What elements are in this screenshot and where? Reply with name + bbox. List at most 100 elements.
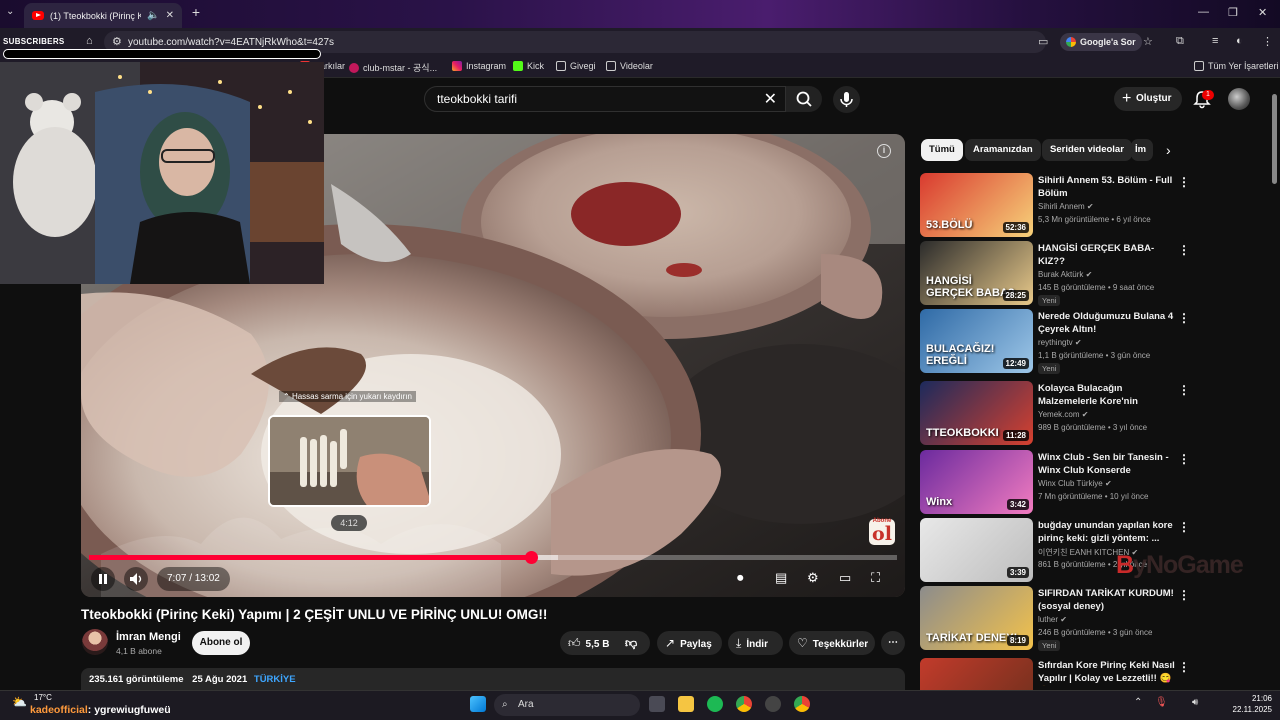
recommendation-item[interactable]: TTEOKBOKKI 11:28 Kolayca Bulacağın Malzeme… bbox=[920, 381, 1250, 445]
google-sor-button[interactable]: Google'a Sor bbox=[1060, 33, 1142, 51]
like-icon[interactable]: 👍︎ bbox=[568, 631, 581, 655]
video-thumbnail[interactable]: Winx 3:42 bbox=[920, 450, 1033, 514]
recommendation-channel[interactable]: Winx Club Türkiye ✔ bbox=[1038, 479, 1112, 488]
video-thumbnail[interactable]: 53.BÖLÜ 52:36 bbox=[920, 173, 1033, 237]
close-tab-icon[interactable]: ✕ bbox=[166, 10, 174, 21]
recommendation-channel[interactable]: Yemek.com ✔ bbox=[1038, 410, 1088, 419]
account-avatar[interactable] bbox=[1228, 88, 1250, 110]
more-options-icon[interactable]: ⋮ bbox=[1178, 311, 1190, 325]
like-count[interactable]: 5,5 B bbox=[586, 639, 610, 650]
dislike-icon[interactable]: 👎︎ bbox=[625, 631, 637, 655]
reading-list-icon[interactable]: ≡ bbox=[1212, 35, 1218, 47]
recommendation-title[interactable]: Winx Club - Sen bir Tanesin - Winx Club … bbox=[1038, 451, 1178, 477]
cast-icon[interactable]: ▭ bbox=[1038, 35, 1048, 48]
chip-series[interactable]: Seriden videolar bbox=[1042, 139, 1132, 161]
file-explorer-icon[interactable] bbox=[678, 696, 694, 712]
more-options-icon[interactable]: ⋮ bbox=[1178, 243, 1190, 257]
recommendation-channel[interactable]: Burak Aktürk ✔ bbox=[1038, 270, 1092, 279]
weather-icon[interactable]: ⛅ bbox=[12, 695, 27, 709]
recommendation-title[interactable]: Sıfırdan Kore Pirinç Keki Nasıl Yapılır … bbox=[1038, 659, 1178, 686]
more-actions-button[interactable]: ⋯ bbox=[881, 631, 905, 655]
settings-gear-icon[interactable]: ⚙ bbox=[807, 570, 819, 586]
video-thumbnail[interactable]: TTEOKBOKKI 11:28 bbox=[920, 381, 1033, 445]
recommendation-channel[interactable]: Sihirli Annem ✔ bbox=[1038, 202, 1094, 211]
autoplay-toggle-icon[interactable]: ⏺ bbox=[737, 570, 744, 586]
more-options-icon[interactable]: ⋮ bbox=[1178, 520, 1190, 534]
extensions-icon[interactable]: ⧉ bbox=[1176, 35, 1184, 48]
taskbar-search[interactable]: ⌕ Ara bbox=[494, 694, 640, 716]
scrubber-handle[interactable] bbox=[524, 551, 538, 564]
mic-tray-icon[interactable]: 🎙︎ bbox=[1155, 697, 1168, 708]
profile-icon[interactable]: ◐ bbox=[1236, 35, 1243, 47]
channel-avatar[interactable] bbox=[82, 629, 108, 655]
search-button[interactable] bbox=[786, 86, 822, 112]
more-options-icon[interactable]: ⋮ bbox=[1178, 175, 1190, 189]
close-window-icon[interactable]: ✕ bbox=[1258, 6, 1267, 19]
thanks-button[interactable]: ♡ Teşekkürler bbox=[789, 631, 875, 655]
bookmark-videolar[interactable]: Videolar bbox=[606, 61, 653, 71]
video-thumbnail[interactable]: TARİKAT DENEY! 8:19 bbox=[920, 586, 1033, 650]
recommendation-item[interactable]: 53.BÖLÜ 52:36 Sihirli Annem 53. Bölüm - Fu… bbox=[920, 173, 1250, 237]
recommendation-item[interactable]: Winx 3:42 Winx Club - Sen bir Tanesin - Wi… bbox=[920, 450, 1250, 514]
volume-tray-icon[interactable]: 🔊︎ bbox=[1192, 697, 1198, 708]
subscribe-button[interactable]: Abone ol bbox=[192, 631, 250, 655]
all-bookmarks[interactable]: Tüm Yer İşaretleri bbox=[1194, 61, 1279, 71]
description-box[interactable]: 235.161 görüntüleme 25 Ağu 2021 TÜRKİYE bbox=[81, 668, 905, 692]
progress-bar[interactable] bbox=[89, 551, 897, 564]
audio-playing-icon[interactable]: 🔈 bbox=[147, 10, 159, 21]
fullscreen-icon[interactable]: ⛶ bbox=[871, 570, 880, 586]
voice-search-button[interactable] bbox=[833, 86, 860, 113]
restore-icon[interactable]: ❐ bbox=[1228, 6, 1238, 19]
site-info-icon[interactable]: ⚙ bbox=[112, 35, 122, 48]
tab-list-icon[interactable]: ⌄ bbox=[6, 6, 14, 17]
recommendation-title[interactable]: SIFIRDAN TARİKAT KURDUM! (sosyal deney) bbox=[1038, 587, 1178, 613]
recommendation-channel[interactable]: luther ✔ bbox=[1038, 615, 1067, 624]
home-icon[interactable]: ⌂ bbox=[86, 35, 93, 47]
recommendation-item[interactable]: TARİKAT DENEY! 8:19 SIFIRDAN TARİKAT KURDU… bbox=[920, 586, 1250, 651]
pause-button[interactable] bbox=[91, 567, 115, 591]
tray-chevron-icon[interactable]: ⌃ bbox=[1134, 697, 1142, 708]
hashtag-link[interactable]: TÜRKİYE bbox=[254, 674, 296, 685]
bookmark-club-mstar[interactable]: club-mstar - 공식... bbox=[349, 61, 437, 74]
recommendation-title[interactable]: Kolayca Bulacağın Malzemelerle Kore'nin … bbox=[1038, 382, 1178, 409]
info-icon[interactable]: i bbox=[877, 144, 891, 158]
chip-partial[interactable]: İm bbox=[1131, 139, 1153, 161]
search-input[interactable]: tteokbokki tarifi ✕ bbox=[424, 86, 786, 112]
recommendation-item[interactable]: HANGİSİ GERÇEK BABA? 28:25 HANGİSİ GERÇEK … bbox=[920, 241, 1250, 306]
obs-icon[interactable] bbox=[765, 696, 781, 712]
more-options-icon[interactable]: ⋮ bbox=[1178, 383, 1190, 397]
bookmark-kick[interactable]: Kick bbox=[513, 61, 544, 71]
more-options-icon[interactable]: ⋮ bbox=[1178, 588, 1190, 602]
recommendation-item[interactable]: BULACAĞIZ! EREĞLİ 12:49 Nerede Olduğumuzu … bbox=[920, 309, 1250, 374]
chrome-icon[interactable] bbox=[736, 696, 752, 712]
share-button[interactable]: ↗ Paylaş bbox=[657, 631, 722, 655]
download-button[interactable]: ⤓ İndir bbox=[728, 631, 783, 655]
chevron-right-icon[interactable]: › bbox=[1166, 142, 1171, 158]
scrollbar-thumb[interactable] bbox=[1272, 94, 1277, 184]
video-thumbnail[interactable]: 3:39 bbox=[920, 518, 1033, 582]
mute-button[interactable] bbox=[124, 567, 148, 591]
more-options-icon[interactable]: ⋮ bbox=[1178, 660, 1190, 674]
bookmark-star-icon[interactable]: ☆ bbox=[1143, 35, 1153, 48]
clear-search-icon[interactable]: ✕ bbox=[764, 89, 777, 109]
chip-all[interactable]: Tümü bbox=[921, 139, 963, 161]
chip-from-search[interactable]: Aramanızdan bbox=[965, 139, 1041, 161]
new-tab-button[interactable]: + bbox=[187, 4, 205, 22]
recommendation-title[interactable]: HANGİSİ GERÇEK BABA- KIZ?? bbox=[1038, 242, 1178, 268]
browser-tab[interactable]: (1) Tteokbokki (Pirinç Keki) 🔈 ✕ bbox=[24, 3, 182, 28]
recommendation-title[interactable]: Sihirli Annem 53. Bölüm - Full Bölüm bbox=[1038, 174, 1178, 200]
video-thumbnail[interactable]: BULACAĞIZ! EREĞLİ 12:49 bbox=[920, 309, 1033, 373]
channel-name[interactable]: İmran Mengi bbox=[116, 631, 181, 643]
browser-menu-icon[interactable]: ⋮ bbox=[1262, 35, 1273, 48]
bookmark-instagram[interactable]: Instagram bbox=[452, 61, 506, 71]
recommendation-title[interactable]: buğday unundan yapılan kore pirinç keki:… bbox=[1038, 519, 1178, 545]
spotify-icon[interactable] bbox=[707, 696, 723, 712]
create-button[interactable]: + Oluştur bbox=[1114, 87, 1182, 111]
subtitles-icon[interactable]: ▤ bbox=[775, 570, 787, 586]
task-view-icon[interactable] bbox=[649, 696, 665, 712]
windows-start-icon[interactable] bbox=[470, 696, 486, 712]
channel-watermark-logo[interactable]: Abone ol bbox=[869, 518, 895, 545]
system-clock[interactable]: 21:06 22.11.2025 bbox=[1222, 693, 1272, 715]
bookmark-givegi[interactable]: Givegi bbox=[556, 61, 596, 71]
chrome-profile-icon[interactable] bbox=[794, 696, 810, 712]
